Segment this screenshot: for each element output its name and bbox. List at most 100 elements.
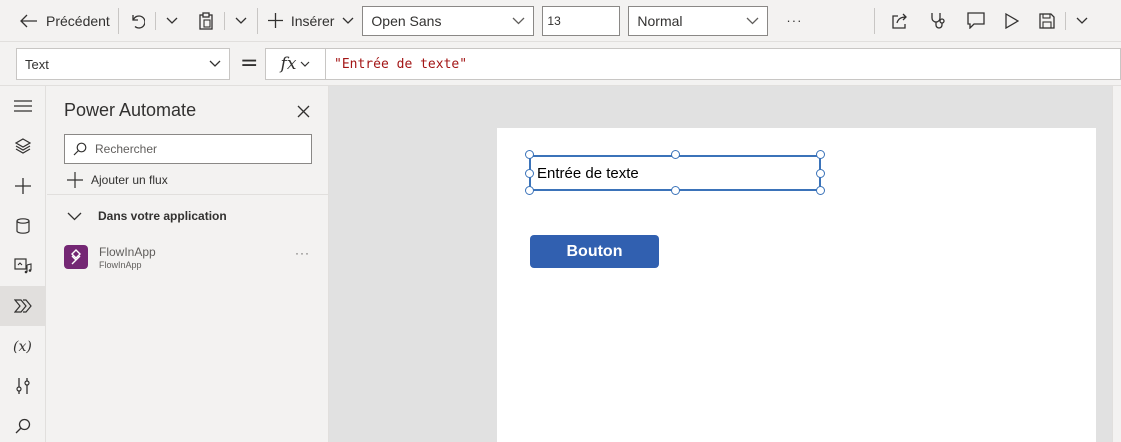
database-icon <box>16 218 30 234</box>
canvas-button[interactable]: Bouton <box>530 235 659 268</box>
resize-handle[interactable] <box>525 150 534 159</box>
stethoscope-icon <box>931 12 946 29</box>
toolbar-divider <box>223 11 225 30</box>
rail-power-automate[interactable] <box>0 286 46 326</box>
property-select[interactable]: Text <box>16 48 230 80</box>
clipboard-icon <box>199 11 213 30</box>
insert-button[interactable]: Insérer <box>262 5 361 37</box>
resize-handle[interactable] <box>525 169 534 178</box>
search-icon <box>15 418 31 434</box>
canvas-button-label: Bouton <box>566 242 623 260</box>
svg-text:(x): (x) <box>13 339 32 354</box>
font-weight-select[interactable]: Normal <box>628 5 769 36</box>
resize-handle[interactable] <box>671 150 680 159</box>
power-automate-icon <box>71 249 81 265</box>
plus-icon <box>15 178 31 194</box>
toolbar-divider <box>256 7 258 34</box>
toolbar-divider <box>874 7 876 34</box>
toolbar-divider <box>117 7 119 34</box>
chevron-down-icon <box>512 17 525 24</box>
rail-search[interactable] <box>0 406 46 442</box>
rail-menu[interactable] <box>0 86 46 126</box>
flow-name: FlowInApp <box>99 244 156 259</box>
tools-icon <box>16 378 30 394</box>
add-flow-button[interactable]: Ajouter un flux <box>67 172 168 188</box>
chevron-down-icon <box>209 60 221 67</box>
insert-label: Insérer <box>290 12 335 29</box>
comment-icon <box>967 12 986 29</box>
font-size-value: 13 <box>547 13 561 28</box>
chevron-down-icon <box>235 17 247 24</box>
chevron-down-icon <box>1076 17 1088 24</box>
layers-icon <box>15 138 31 154</box>
section-header[interactable]: Dans votre application <box>67 209 227 223</box>
comments-button[interactable] <box>961 5 991 37</box>
undo-menu-button[interactable] <box>160 5 184 37</box>
search-icon <box>73 142 87 156</box>
share-icon <box>892 13 908 29</box>
toolbar-divider <box>154 11 156 30</box>
paste-menu-button[interactable] <box>229 5 253 37</box>
vertical-scrollbar[interactable] <box>1112 86 1121 442</box>
chevron-down-icon <box>342 17 354 24</box>
resize-handle[interactable] <box>525 186 534 195</box>
font-size-input[interactable]: 13 <box>542 5 621 36</box>
rail-advanced-tools[interactable] <box>0 366 46 406</box>
fx-button[interactable]: fx <box>265 48 325 80</box>
more-button[interactable]: ··· <box>780 5 808 37</box>
flow-subtitle: FlowInApp <box>99 259 142 270</box>
formula-value: "Entrée de texte" <box>334 56 468 72</box>
rail-insert[interactable] <box>0 166 46 206</box>
panel-title: Power Automate <box>64 100 197 120</box>
share-button[interactable] <box>885 5 915 37</box>
preview-button[interactable] <box>999 5 1025 37</box>
save-menu-button[interactable] <box>1070 5 1094 37</box>
flow-text: FlowInApp FlowInApp <box>99 245 156 270</box>
arrow-left-icon <box>20 14 37 27</box>
rail-data[interactable] <box>0 206 46 246</box>
resize-handle[interactable] <box>671 186 680 195</box>
undo-button[interactable] <box>123 5 151 37</box>
resize-handle[interactable] <box>816 169 825 178</box>
back-button[interactable]: Précédent <box>14 5 114 37</box>
resize-handle[interactable] <box>816 186 825 195</box>
media-icon <box>14 258 32 274</box>
more-options-button[interactable]: ··· <box>295 246 310 260</box>
font-family-select[interactable]: Open Sans <box>362 5 535 36</box>
rail-tree-view[interactable] <box>0 126 46 166</box>
rail-media[interactable] <box>0 246 46 286</box>
chevron-down-icon <box>746 17 759 24</box>
variables-icon: (x) <box>13 339 32 354</box>
command-bar: Précédent Insérer Open Sans 13 Normal ··… <box>0 0 1121 42</box>
power-automate-panel: Power Automate Ajouter un flux Dans votr… <box>47 86 329 442</box>
flow-app-icon <box>64 245 88 269</box>
panel-divider <box>47 194 329 195</box>
list-item[interactable]: FlowInApp FlowInApp ··· <box>64 240 316 274</box>
chevron-down-icon <box>166 17 178 24</box>
plus-icon <box>267 13 283 28</box>
resize-handle[interactable] <box>816 150 825 159</box>
back-label: Précédent <box>46 12 110 29</box>
fx-label: fx <box>280 54 297 74</box>
left-rail: (x) <box>0 86 46 442</box>
app-checker-button[interactable] <box>923 5 953 37</box>
close-button[interactable] <box>293 101 313 121</box>
paste-button[interactable] <box>192 5 220 37</box>
search-input[interactable] <box>95 142 295 156</box>
hamburger-icon <box>14 100 32 112</box>
property-value: Text <box>25 56 49 72</box>
font-family-value: Open Sans <box>371 12 442 29</box>
rail-variables[interactable]: (x) <box>0 326 46 366</box>
save-icon <box>1039 12 1056 29</box>
add-flow-label: Ajouter un flux <box>91 173 168 187</box>
formula-bar: Text = fx "Entrée de texte" <box>0 43 1121 86</box>
search-box[interactable] <box>64 134 312 164</box>
save-button[interactable] <box>1033 5 1061 37</box>
text-input-value: Entrée de texte <box>537 164 639 182</box>
chevron-down-icon <box>67 212 82 220</box>
equals-sign: = <box>240 51 259 76</box>
toolbar-divider <box>1065 11 1067 30</box>
power-automate-icon <box>14 299 32 313</box>
close-icon <box>297 105 309 117</box>
formula-input[interactable]: "Entrée de texte" <box>325 48 1121 80</box>
